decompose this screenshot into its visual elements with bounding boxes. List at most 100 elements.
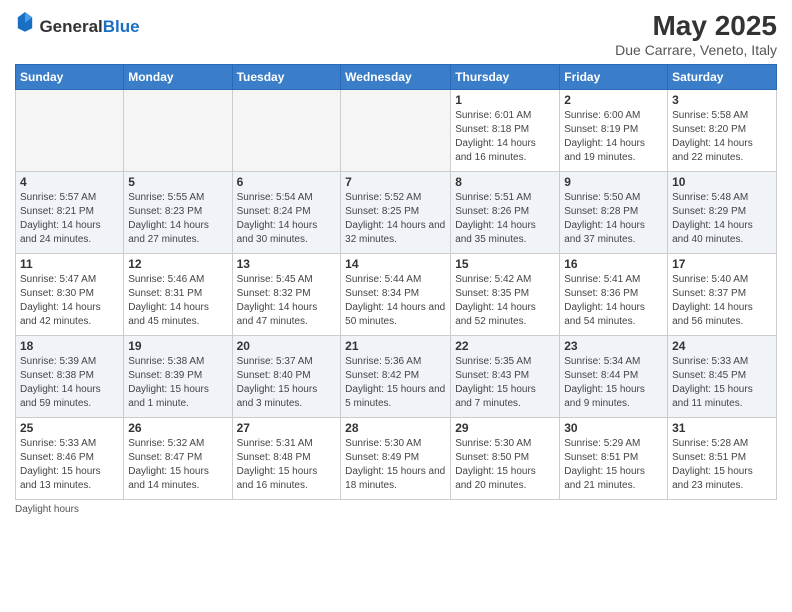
day-number: 5 [128,175,227,189]
day-number: 11 [20,257,119,271]
col-sunday: Sunday [16,65,124,90]
day-info: Sunrise: 5:31 AMSunset: 8:48 PMDaylight:… [237,437,337,493]
day-number: 12 [128,257,227,271]
logo: GeneralBlue [15,10,140,37]
day-info: Sunrise: 5:39 AMSunset: 8:38 PMDaylight:… [20,355,119,411]
calendar-cell: 6Sunrise: 5:54 AMSunset: 8:24 PMDaylight… [232,172,341,254]
calendar-week-4: 25 Sunrise: 5:33 AMSunset: 8:46 PMDayligh… [16,418,777,500]
day-number: 17 [672,257,772,271]
calendar-cell: 25 Sunrise: 5:33 AMSunset: 8:46 PMDayligh… [16,418,124,500]
calendar-cell: 30Sunrise: 5:29 AMSunset: 8:51 PMDayligh… [560,418,668,500]
day-info: Sunrise: 5:50 AMSunset: 8:28 PMDaylight:… [564,191,663,247]
calendar-cell: 14Sunrise: 5:44 AMSunset: 8:34 PMDayligh… [341,254,451,336]
day-info: Sunrise: 6:01 AMSunset: 8:18 PMDaylight:… [455,109,555,165]
day-info: Sunrise: 5:40 AMSunset: 8:37 PMDaylight:… [672,273,772,329]
calendar-cell: 7 Sunrise: 5:52 AMSunset: 8:25 PMDaylight… [341,172,451,254]
calendar-cell: 16Sunrise: 5:41 AMSunset: 8:36 PMDayligh… [560,254,668,336]
logo-icon [16,10,34,32]
logo-text: GeneralBlue [15,10,140,37]
col-wednesday: Wednesday [341,65,451,90]
calendar-cell: 9 Sunrise: 5:50 AMSunset: 8:28 PMDaylight… [560,172,668,254]
calendar-cell: 3Sunrise: 5:58 AMSunset: 8:20 PMDaylight… [668,90,777,172]
calendar-cell: 29 Sunrise: 5:30 AMSunset: 8:50 PMDayligh… [451,418,560,500]
day-number: 7 [345,175,446,189]
day-number: 31 [672,421,772,435]
day-info: Sunrise: 5:36 AMSunset: 8:42 PMDaylight:… [345,355,446,411]
calendar-cell: 21 Sunrise: 5:36 AMSunset: 8:42 PMDayligh… [341,336,451,418]
day-info: Sunrise: 5:58 AMSunset: 8:20 PMDaylight:… [672,109,772,165]
calendar-cell: 12 Sunrise: 5:46 AMSunset: 8:31 PMDayligh… [124,254,232,336]
day-info: Sunrise: 5:32 AMSunset: 8:47 PMDaylight:… [128,437,227,493]
month-year: May 2025 [615,10,777,42]
col-friday: Friday [560,65,668,90]
day-number: 24 [672,339,772,353]
calendar-cell: 13 Sunrise: 5:45 AMSunset: 8:32 PMDayligh… [232,254,341,336]
calendar-cell: 11 Sunrise: 5:47 AMSunset: 8:30 PMDayligh… [16,254,124,336]
calendar-cell [124,90,232,172]
col-tuesday: Tuesday [232,65,341,90]
calendar: Sunday Monday Tuesday Wednesday Thursday… [15,64,777,500]
calendar-cell: 31Sunrise: 5:28 AMSunset: 8:51 PMDayligh… [668,418,777,500]
day-info: Sunrise: 5:47 AMSunset: 8:30 PMDaylight:… [20,273,119,329]
calendar-cell: 23 Sunrise: 5:34 AMSunset: 8:44 PMDayligh… [560,336,668,418]
day-info: Sunrise: 5:46 AMSunset: 8:31 PMDaylight:… [128,273,227,329]
calendar-cell [341,90,451,172]
day-info: Sunrise: 5:34 AMSunset: 8:44 PMDaylight:… [564,355,663,411]
calendar-cell: 27Sunrise: 5:31 AMSunset: 8:48 PMDayligh… [232,418,341,500]
logo-general: General [39,17,102,36]
day-number: 4 [20,175,119,189]
calendar-cell: 22 Sunrise: 5:35 AMSunset: 8:43 PMDayligh… [451,336,560,418]
calendar-cell: 2Sunrise: 6:00 AMSunset: 8:19 PMDaylight… [560,90,668,172]
day-number: 22 [455,339,555,353]
calendar-cell: 5Sunrise: 5:55 AMSunset: 8:23 PMDaylight… [124,172,232,254]
col-saturday: Saturday [668,65,777,90]
day-info: Sunrise: 5:51 AMSunset: 8:26 PMDaylight:… [455,191,555,247]
calendar-cell: 10Sunrise: 5:48 AMSunset: 8:29 PMDayligh… [668,172,777,254]
col-monday: Monday [124,65,232,90]
calendar-cell [16,90,124,172]
calendar-week-1: 4 Sunrise: 5:57 AMSunset: 8:21 PMDaylight… [16,172,777,254]
calendar-cell: 17 Sunrise: 5:40 AMSunset: 8:37 PMDayligh… [668,254,777,336]
day-info: Sunrise: 5:57 AMSunset: 8:21 PMDaylight:… [20,191,119,247]
calendar-cell: 24 Sunrise: 5:33 AMSunset: 8:45 PMDayligh… [668,336,777,418]
day-info: Sunrise: 5:33 AMSunset: 8:46 PMDaylight:… [20,437,119,493]
calendar-cell: 19Sunrise: 5:38 AMSunset: 8:39 PMDayligh… [124,336,232,418]
day-number: 1 [455,93,555,107]
header: GeneralBlue May 2025 Due Carrare, Veneto… [15,10,777,58]
day-number: 18 [20,339,119,353]
day-info: Sunrise: 5:38 AMSunset: 8:39 PMDaylight:… [128,355,227,411]
day-info: Sunrise: 5:35 AMSunset: 8:43 PMDaylight:… [455,355,555,411]
day-info: Sunrise: 5:37 AMSunset: 8:40 PMDaylight:… [237,355,337,411]
day-number: 16 [564,257,663,271]
calendar-cell: 8Sunrise: 5:51 AMSunset: 8:26 PMDaylight… [451,172,560,254]
day-number: 20 [237,339,337,353]
day-info: Sunrise: 5:48 AMSunset: 8:29 PMDaylight:… [672,191,772,247]
day-info: Sunrise: 5:33 AMSunset: 8:45 PMDaylight:… [672,355,772,411]
calendar-cell: 15Sunrise: 5:42 AMSunset: 8:35 PMDayligh… [451,254,560,336]
calendar-cell: 20 Sunrise: 5:37 AMSunset: 8:40 PMDayligh… [232,336,341,418]
day-info: Sunrise: 5:30 AMSunset: 8:50 PMDaylight:… [455,437,555,493]
day-number: 13 [237,257,337,271]
day-number: 25 [20,421,119,435]
day-info: Sunrise: 5:52 AMSunset: 8:25 PMDaylight:… [345,191,446,247]
day-number: 21 [345,339,446,353]
col-thursday: Thursday [451,65,560,90]
title-block: May 2025 Due Carrare, Veneto, Italy [615,10,777,58]
calendar-cell: 4 Sunrise: 5:57 AMSunset: 8:21 PMDaylight… [16,172,124,254]
page: GeneralBlue May 2025 Due Carrare, Veneto… [0,0,792,612]
footer-note: Daylight hours [15,504,777,515]
calendar-cell: 26 Sunrise: 5:32 AMSunset: 8:47 PMDayligh… [124,418,232,500]
day-number: 23 [564,339,663,353]
calendar-week-0: 1 Sunrise: 6:01 AMSunset: 8:18 PMDaylight… [16,90,777,172]
logo-blue: Blue [103,17,140,36]
calendar-week-3: 18 Sunrise: 5:39 AMSunset: 8:38 PMDayligh… [16,336,777,418]
day-info: Sunrise: 6:00 AMSunset: 8:19 PMDaylight:… [564,109,663,165]
calendar-cell: 18 Sunrise: 5:39 AMSunset: 8:38 PMDayligh… [16,336,124,418]
day-number: 9 [564,175,663,189]
day-info: Sunrise: 5:44 AMSunset: 8:34 PMDaylight:… [345,273,446,329]
day-info: Sunrise: 5:42 AMSunset: 8:35 PMDaylight:… [455,273,555,329]
day-number: 29 [455,421,555,435]
day-info: Sunrise: 5:45 AMSunset: 8:32 PMDaylight:… [237,273,337,329]
day-number: 30 [564,421,663,435]
day-number: 26 [128,421,227,435]
